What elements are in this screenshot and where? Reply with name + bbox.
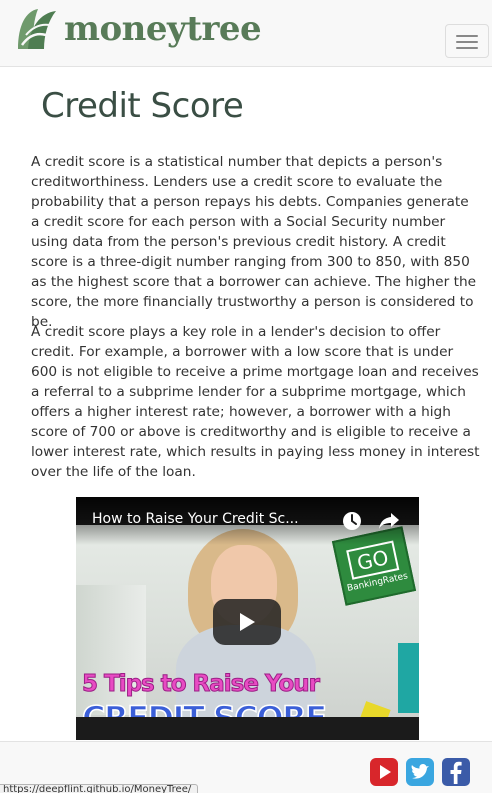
money-tree-logo-icon [18,9,56,49]
play-button[interactable] [213,599,281,645]
hamburger-menu-icon-bar [456,47,478,49]
brand-name: moneytree [64,9,262,49]
video-overlay-line2: CREDIT SCORE [81,698,328,717]
share-icon[interactable] [378,511,400,531]
hamburger-menu-icon-bar [456,41,478,43]
video-title[interactable]: How to Raise Your Credit Sc... [92,511,332,527]
paragraph-lender-role: A credit score plays a key role in a len… [31,324,480,480]
paragraph-definition: A credit score is a statistical number t… [31,154,477,330]
video-overlay-line1: 5 Tips to Raise Your [81,671,320,698]
page-title: Credit Score [41,86,244,126]
brand-logo[interactable]: moneytree [16,4,262,54]
navbar: moneytree [0,0,492,67]
teal-binder [398,643,419,713]
twitter-icon[interactable] [405,757,435,787]
youtube-icon[interactable] [369,757,399,787]
clock-icon[interactable] [342,511,362,531]
embedded-video[interactable]: GO BankingRates 5 Tips to Raise Your CRE… [76,497,419,740]
facebook-icon[interactable] [441,757,471,787]
yellow-sticky-note [359,701,391,717]
hamburger-menu-icon [456,35,478,37]
hamburger-menu-button[interactable] [445,24,489,58]
status-bar-url: https://deepflint.github.io/MoneyTree/ [0,784,199,793]
play-icon [240,613,255,631]
